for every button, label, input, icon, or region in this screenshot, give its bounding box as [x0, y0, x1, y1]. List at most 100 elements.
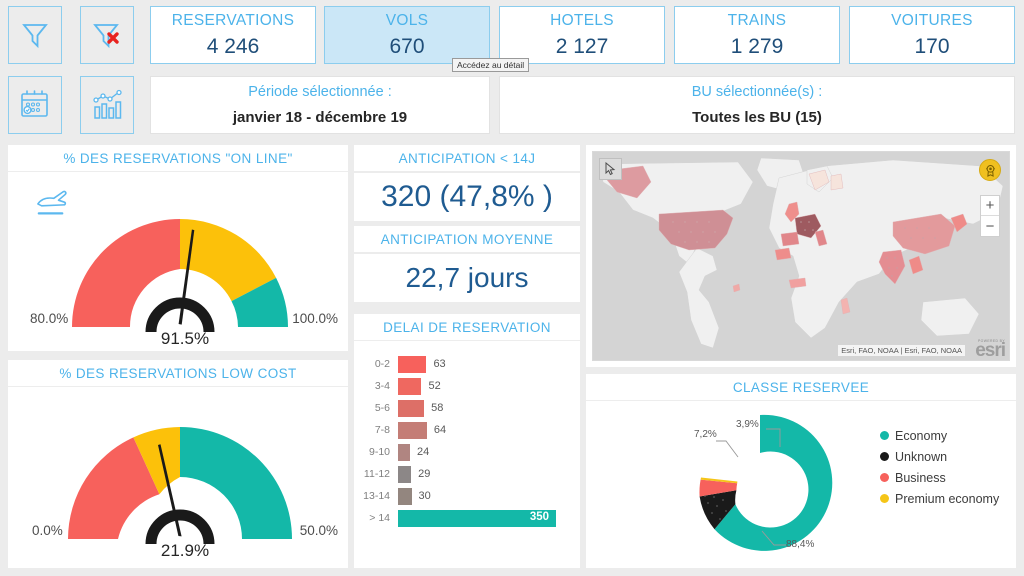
panel-title-classe: CLASSE RESERVEE [586, 374, 1016, 401]
anticipation-short-value-box: 320 (47,8% ) [354, 173, 580, 221]
donut-label-economy: 88,4% [786, 539, 815, 550]
bar-row[interactable]: 9-10 24 [356, 441, 574, 463]
gauge-lowcost-body: 0.0% 50.0% 21.9% [8, 387, 348, 568]
bar-category-label: 3-4 [374, 380, 390, 392]
legend-item[interactable]: Premium economy [880, 488, 999, 509]
donut-leader-economy [761, 530, 786, 546]
legend-item[interactable]: Unknown [880, 446, 999, 467]
bar-row[interactable]: 11-12 29 [356, 463, 574, 485]
anticipation-avg-value-box: 22,7 jours [354, 254, 580, 302]
bar[interactable] [398, 421, 427, 439]
bar[interactable] [398, 355, 427, 373]
kpi-voitures[interactable]: VOITURES 170 [849, 6, 1015, 64]
kpi-trains[interactable]: TRAINS 1 279 [674, 6, 840, 64]
clear-filter-button[interactable] [80, 6, 134, 64]
bar-value-label: 52 [428, 380, 441, 392]
bar-value-label: 64 [433, 424, 447, 436]
kpi-value: 4 246 [206, 34, 260, 58]
charts-button[interactable] [80, 76, 134, 134]
bar[interactable] [398, 487, 412, 505]
bar-row[interactable]: 3-4 52 [356, 375, 574, 397]
esri-logo: POWERED BY esri [975, 339, 1006, 361]
map-zoom-controls[interactable]: + − [980, 195, 1000, 237]
bar-value-label: 58 [431, 402, 444, 414]
bar-category-label: 13-14 [363, 490, 390, 502]
donut-legend: Economy Unknown Business Premium economy [880, 425, 999, 509]
bar-category-label: 9-10 [368, 446, 390, 458]
calendar-icon [21, 90, 48, 117]
panel-title-lowcost: % DES RESERVATIONS LOW COST [8, 360, 348, 387]
map-zoom-out-button[interactable]: − [981, 216, 999, 236]
bar-row[interactable]: 7-8 64 [356, 419, 574, 441]
legend-label: Premium economy [895, 491, 1000, 506]
kpi-value: 1 279 [730, 34, 784, 58]
kpi-value: 2 127 [555, 34, 609, 58]
panel-anticipation-avg-head: ANTICIPATION MOYENNE [354, 226, 580, 252]
panel-reservations-lowcost: % DES RESERVATIONS LOW COST 0.0% 50.0% 2… [8, 360, 348, 568]
gauge-lowcost-max: 50.0% [299, 523, 338, 538]
donut-leader-unknown [716, 440, 739, 458]
bar[interactable] [398, 399, 425, 417]
donut-label-business: 3,9% [736, 419, 759, 430]
panel-map: + − Esri, FAO, NOAA | Esri, FAO, NOAA PO… [586, 145, 1016, 367]
world-map[interactable]: + − Esri, FAO, NOAA | Esri, FAO, NOAA PO… [592, 151, 1010, 361]
gauge-lowcost-value: 21.9% [160, 541, 210, 560]
legend-label: Business [895, 470, 946, 485]
bar[interactable] [398, 443, 410, 461]
bar[interactable]: 350 [398, 509, 556, 527]
bu-value: Toutes les BU (15) [692, 109, 822, 126]
chart-icon [93, 89, 122, 119]
anticipation-short-title: ANTICIPATION < 14J [398, 150, 536, 166]
bar[interactable] [398, 465, 412, 483]
kpi-value: 170 [914, 34, 950, 58]
bu-panel[interactable]: BU sélectionnée(s) : Toutes les BU (15) [499, 76, 1015, 134]
filter-button[interactable] [8, 6, 62, 64]
bar-value-label: 30 [418, 490, 431, 502]
bar-row[interactable]: 0-2 63 [356, 353, 574, 375]
panel-title-online: % DES RESERVATIONS "ON LINE" [8, 145, 348, 172]
bar-category-label: 11-12 [363, 468, 390, 480]
legend-label: Unknown [895, 449, 948, 464]
legend-item[interactable]: Economy [880, 425, 999, 446]
panel-classe-reservee: CLASSE RESERVEE 7,2% 3,9% 88,4% Economy … [586, 374, 1016, 568]
period-value: janvier 18 - décembre 19 [232, 109, 408, 126]
bar-category-label: > 14 [369, 512, 390, 524]
bar-row[interactable]: 13-14 30 [356, 485, 574, 507]
kpi-reservations[interactable]: RESERVATIONS 4 246 [150, 6, 316, 64]
kpi-vols[interactable]: VOLS 670 [324, 6, 490, 64]
anticipation-avg-value: 22,7 jours [405, 262, 529, 293]
filter-clear-icon [93, 24, 119, 49]
kpi-label: VOLS [385, 12, 429, 30]
panel-reservations-online: % DES RESERVATIONS "ON LINE" 80.0% 100.0… [8, 145, 348, 351]
calendar-button[interactable] [8, 76, 62, 134]
map-pan-tool-button[interactable] [599, 158, 622, 180]
panel-anticipation-short-head: ANTICIPATION < 14J [354, 145, 580, 171]
delai-bars: 0-2 63 3-4 52 5-6 58 7-8 64 9-10 24 11-12 29 13-14 30… [354, 341, 580, 568]
tooltip-acceder-detail: Accédez au détail [452, 58, 530, 72]
map-zoom-in-button[interactable]: + [981, 196, 999, 216]
bar-row[interactable]: > 14 350 [356, 507, 574, 529]
anticipation-avg-title: ANTICIPATION MOYENNE [380, 231, 554, 247]
panel-title-text: CLASSE RESERVEE [732, 379, 870, 395]
gauge-online-value: 91.5% [160, 329, 210, 348]
panel-title-text: % DES RESERVATIONS "ON LINE" [63, 150, 293, 166]
legend-swatch [880, 431, 889, 440]
bar-value-label: 63 [433, 358, 446, 370]
donut-leader-business [766, 428, 781, 447]
pointer-icon [605, 162, 615, 176]
legend-item[interactable]: Business [880, 467, 999, 488]
legend-label: Economy [895, 428, 948, 443]
kpi-value: 670 [389, 34, 425, 58]
kpi-hotels[interactable]: HOTELS 2 127 [499, 6, 665, 64]
bar[interactable] [398, 377, 422, 395]
bar-row[interactable]: 5-6 58 [356, 397, 574, 419]
kpi-label: RESERVATIONS [171, 12, 295, 30]
gauge-lowcost-min: 0.0% [32, 523, 63, 538]
esri-wordmark: esri [975, 339, 1006, 361]
period-panel[interactable]: Période sélectionnée : janvier 18 - déce… [150, 76, 490, 134]
bar-category-label: 5-6 [374, 402, 390, 414]
bar-value-label: 24 [417, 446, 430, 458]
legend-swatch [880, 494, 889, 503]
map-award-button[interactable] [979, 159, 1001, 181]
map-attribution: Esri, FAO, NOAA | Esri, FAO, NOAA [838, 345, 965, 356]
